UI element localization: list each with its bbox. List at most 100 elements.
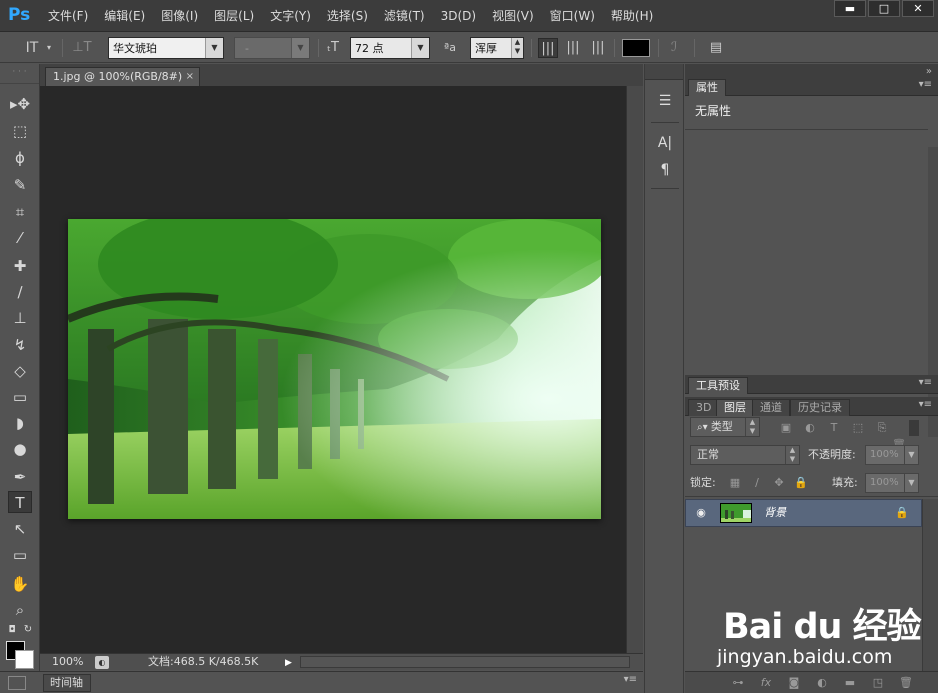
brush-tool-icon[interactable]: ∕ — [8, 281, 32, 303]
panel-menu-icon[interactable]: ▾≡ — [919, 377, 932, 388]
default-colors-icon[interactable]: ◘ — [6, 619, 18, 641]
layer-name[interactable]: 背景 — [764, 500, 786, 526]
lasso-tool-icon[interactable]: ϕ — [8, 147, 32, 169]
properties-content: 无属性 — [695, 104, 732, 118]
layer-filter-select[interactable]: ⌕▾ 类型 ▲ ▼ — [690, 417, 760, 437]
character-panel-icon[interactable]: ▤ — [706, 38, 726, 58]
adjustment-filter-icon[interactable]: ◐ — [802, 420, 818, 436]
marquee-tool-icon[interactable]: ⬚ — [8, 120, 32, 142]
menu-edit[interactable]: 编辑(E) — [96, 0, 153, 32]
opacity-input[interactable]: 100% ▼ — [865, 445, 919, 465]
filter-toggle[interactable] — [909, 420, 919, 436]
path-select-tool-icon[interactable]: ↖ — [8, 518, 32, 540]
shape-filter-icon[interactable]: ⬚ — [850, 420, 866, 436]
lock-position-icon[interactable]: ✥ — [771, 475, 787, 491]
menu-window[interactable]: 窗口(W) — [542, 0, 603, 32]
antialias-select[interactable]: 浑厚 ▲ ▼ — [470, 37, 524, 59]
tab-properties[interactable]: 属性 — [688, 79, 726, 96]
minimize-button[interactable]: ▬ — [834, 0, 866, 17]
visibility-eye-icon[interactable]: ◉ — [694, 506, 708, 520]
forest-photo[interactable] — [68, 219, 601, 519]
lock-all-icon[interactable]: 🔒 — [793, 475, 809, 491]
text-orientation-icon[interactable]: ⊥T — [72, 38, 92, 58]
menu-view[interactable]: 视图(V) — [484, 0, 542, 32]
font-style-select[interactable]: - ▼ — [234, 37, 310, 59]
menu-filter[interactable]: 滤镜(T) — [376, 0, 433, 32]
dock-grip[interactable] — [645, 64, 683, 80]
tab-history[interactable]: 历史记录 — [790, 399, 850, 416]
tool-preset-dropdown-icon[interactable]: ▾ — [44, 38, 54, 58]
move-tool-icon[interactable]: ▸✥ — [8, 93, 32, 115]
panel-menu-icon[interactable]: ▾≡ — [624, 674, 637, 685]
close-button[interactable]: ✕ — [902, 0, 934, 17]
panel-menu-icon[interactable]: ▾≡ — [919, 79, 932, 90]
close-tab-icon[interactable]: × — [186, 68, 194, 85]
lock-image-icon[interactable]: ∕ — [749, 475, 765, 491]
swap-colors-icon[interactable]: ↻ — [22, 619, 34, 641]
divider — [694, 39, 695, 57]
align-center-icon[interactable]: ||| — [563, 38, 583, 58]
eyedropper-tool-icon[interactable]: ⁄ — [8, 227, 32, 249]
status-info-icon[interactable]: ◐ — [95, 656, 109, 669]
divider — [318, 39, 319, 57]
divider — [651, 188, 679, 189]
pen-tool-icon[interactable]: ✒ — [8, 466, 32, 488]
status-menu-arrow-icon[interactable]: ▶ — [285, 655, 297, 669]
smart-object-filter-icon[interactable]: ⎘ — [874, 420, 890, 436]
toolbox-grip[interactable]: · · · — [0, 64, 39, 84]
menu-type[interactable]: 文字(Y) — [262, 0, 319, 32]
collapse-icon[interactable]: » — [926, 66, 932, 77]
watermark-logo: Bai du 经验 — [723, 607, 922, 647]
paragraph-panel-icon[interactable]: ¶ — [653, 159, 677, 181]
zoom-level[interactable]: 100% — [52, 654, 83, 670]
rectangle-tool-icon[interactable]: ▭ — [8, 544, 32, 566]
menu-select[interactable]: 选择(S) — [319, 0, 376, 32]
eraser-tool-icon[interactable]: ◇ — [8, 360, 32, 382]
document-tab[interactable]: 1.jpg @ 100%(RGB/8#) × — [45, 67, 200, 86]
lock-transparent-icon[interactable]: ▦ — [727, 475, 743, 491]
warp-text-icon[interactable]: ℐ — [664, 38, 684, 58]
text-color-swatch[interactable] — [622, 39, 650, 57]
history-brush-tool-icon[interactable]: ↯ — [8, 334, 32, 356]
pixel-filter-icon[interactable]: ▣ — [778, 420, 794, 436]
gradient-tool-icon[interactable]: ▭ — [8, 386, 32, 408]
blend-mode-select[interactable]: 正常 ▲ ▼ — [690, 445, 800, 465]
tab-channels[interactable]: 通道 — [752, 399, 790, 416]
history-panel-icon[interactable]: ☰ — [653, 90, 677, 112]
chevron-down-icon: ▼ — [904, 474, 918, 492]
menu-image[interactable]: 图像(I) — [153, 0, 206, 32]
menu-layer[interactable]: 图层(L) — [206, 0, 262, 32]
quick-select-tool-icon[interactable]: ✎ — [8, 174, 32, 196]
fill-value: 100% — [870, 477, 899, 488]
timeline-tab[interactable]: 时间轴 — [43, 674, 91, 692]
maximize-button[interactable]: □ — [868, 0, 900, 17]
type-tool-icon[interactable]: T — [8, 491, 32, 513]
tab-3d[interactable]: 3D — [688, 399, 720, 416]
horizontal-scrollbar[interactable] — [300, 656, 630, 668]
crop-tool-icon[interactable]: ⌗ — [8, 201, 32, 223]
zoom-tool-icon[interactable]: ⌕ — [8, 599, 32, 621]
character-panel-icon[interactable]: A| — [653, 132, 677, 154]
healing-brush-tool-icon[interactable]: ✚ — [8, 255, 32, 277]
align-right-icon[interactable]: ||| — [588, 38, 608, 58]
blur-tool-icon[interactable]: ◗ — [8, 412, 32, 434]
menu-help[interactable]: 帮助(H) — [603, 0, 661, 32]
hand-tool-icon[interactable]: ✋ — [8, 573, 32, 595]
screen-mode-icon[interactable] — [8, 676, 26, 690]
layer-row-background[interactable]: ◉ 背景 🔒 — [685, 499, 922, 527]
menu-file[interactable]: 文件(F) — [40, 0, 96, 32]
type-filter-icon[interactable]: T — [826, 420, 842, 436]
dodge-tool-icon[interactable]: ● — [8, 438, 32, 460]
font-size-select[interactable]: 72 点 ▼ — [350, 37, 430, 59]
align-left-icon[interactable]: ||| — [538, 38, 558, 58]
text-tool-icon[interactable]: ΙT — [20, 38, 44, 58]
fill-input[interactable]: 100% ▼ — [865, 473, 919, 493]
font-family-select[interactable]: 华文琥珀 ▼ — [108, 37, 224, 59]
menu-3d[interactable]: 3D(D) — [433, 0, 484, 32]
tab-layers[interactable]: 图层 — [716, 399, 754, 416]
clone-stamp-tool-icon[interactable]: ⊥ — [8, 307, 32, 329]
background-color-swatch[interactable] — [15, 650, 34, 669]
tab-tool-presets[interactable]: 工具预设 — [688, 377, 748, 394]
panel-menu-icon[interactable]: ▾≡ — [919, 399, 932, 410]
vertical-scrollbar[interactable] — [626, 86, 643, 653]
